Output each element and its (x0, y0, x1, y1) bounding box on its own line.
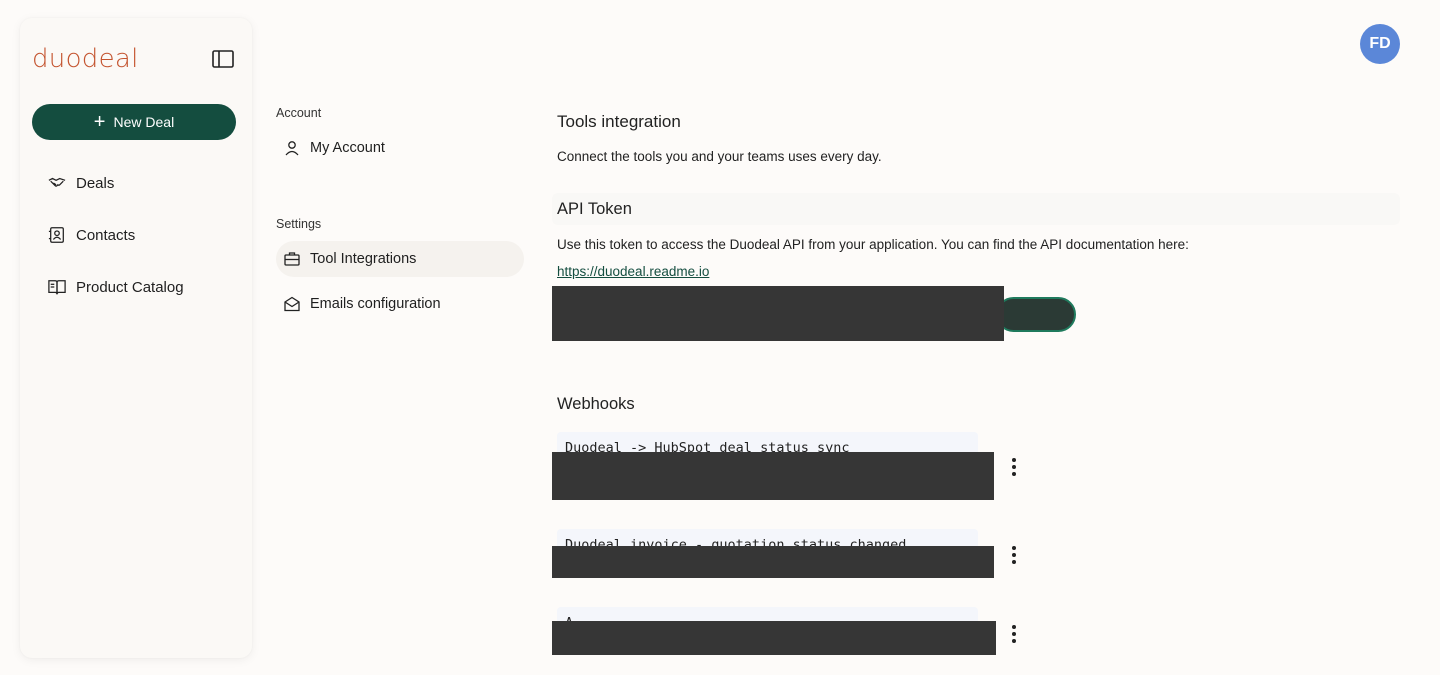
new-deal-button[interactable]: + New Deal (32, 104, 236, 140)
contact-card-icon (48, 227, 64, 243)
more-options-icon[interactable] (1006, 544, 1022, 566)
api-token-description: Use this token to access the Duodeal API… (557, 237, 1189, 252)
redacted-webhook-details (552, 621, 996, 655)
handshake-icon (48, 177, 66, 187)
app-root: duodeal + New Deal Deals Contacts Produc… (0, 0, 1440, 675)
redacted-webhook-details (552, 452, 994, 500)
user-avatar[interactable]: FD (1360, 24, 1400, 64)
page-description: Connect the tools you and your teams use… (557, 149, 882, 164)
envelope-open-icon (284, 296, 300, 312)
logo: duodeal (32, 44, 139, 74)
sidebar: duodeal + New Deal Deals Contacts Produc… (20, 18, 252, 658)
settings-section-label: Settings (276, 217, 322, 231)
more-options-icon[interactable] (1006, 623, 1022, 645)
sidebar-item-label: Product Catalog (76, 278, 184, 296)
new-deal-label: New Deal (113, 114, 175, 130)
more-options-icon[interactable] (1006, 456, 1022, 478)
plus-icon: + (93, 111, 106, 133)
webhooks-title: Webhooks (557, 395, 635, 413)
sidebar-toggle-icon[interactable] (212, 50, 234, 68)
settings-item-tool-integrations[interactable]: Tool Integrations (276, 241, 524, 277)
sidebar-item-product-catalog[interactable]: Product Catalog (48, 275, 184, 299)
sidebar-item-label: Deals (76, 174, 115, 192)
settings-item-emails-configuration[interactable]: Emails configuration (276, 286, 524, 322)
sidebar-item-label: Contacts (76, 226, 136, 244)
page-title: Tools integration (557, 112, 681, 131)
redacted-api-token (552, 286, 1004, 341)
api-token-title: API Token (557, 200, 632, 218)
sidebar-item-contacts[interactable]: Contacts (48, 223, 135, 247)
briefcase-icon (284, 252, 300, 266)
user-icon (285, 141, 299, 156)
account-section-label: Account (276, 106, 322, 120)
sidebar-item-deals[interactable]: Deals (48, 171, 114, 195)
settings-item-my-account[interactable]: My Account (276, 130, 524, 166)
settings-item-label: My Account (310, 140, 385, 156)
settings-item-label: Emails configuration (310, 296, 441, 312)
api-token-header (552, 193, 1400, 225)
redacted-webhook-details (552, 546, 994, 578)
book-icon (48, 280, 66, 295)
settings-item-label: Tool Integrations (310, 251, 417, 267)
api-token-action-button[interactable] (996, 297, 1076, 332)
api-docs-link[interactable]: https://duodeal.readme.io (557, 264, 709, 279)
